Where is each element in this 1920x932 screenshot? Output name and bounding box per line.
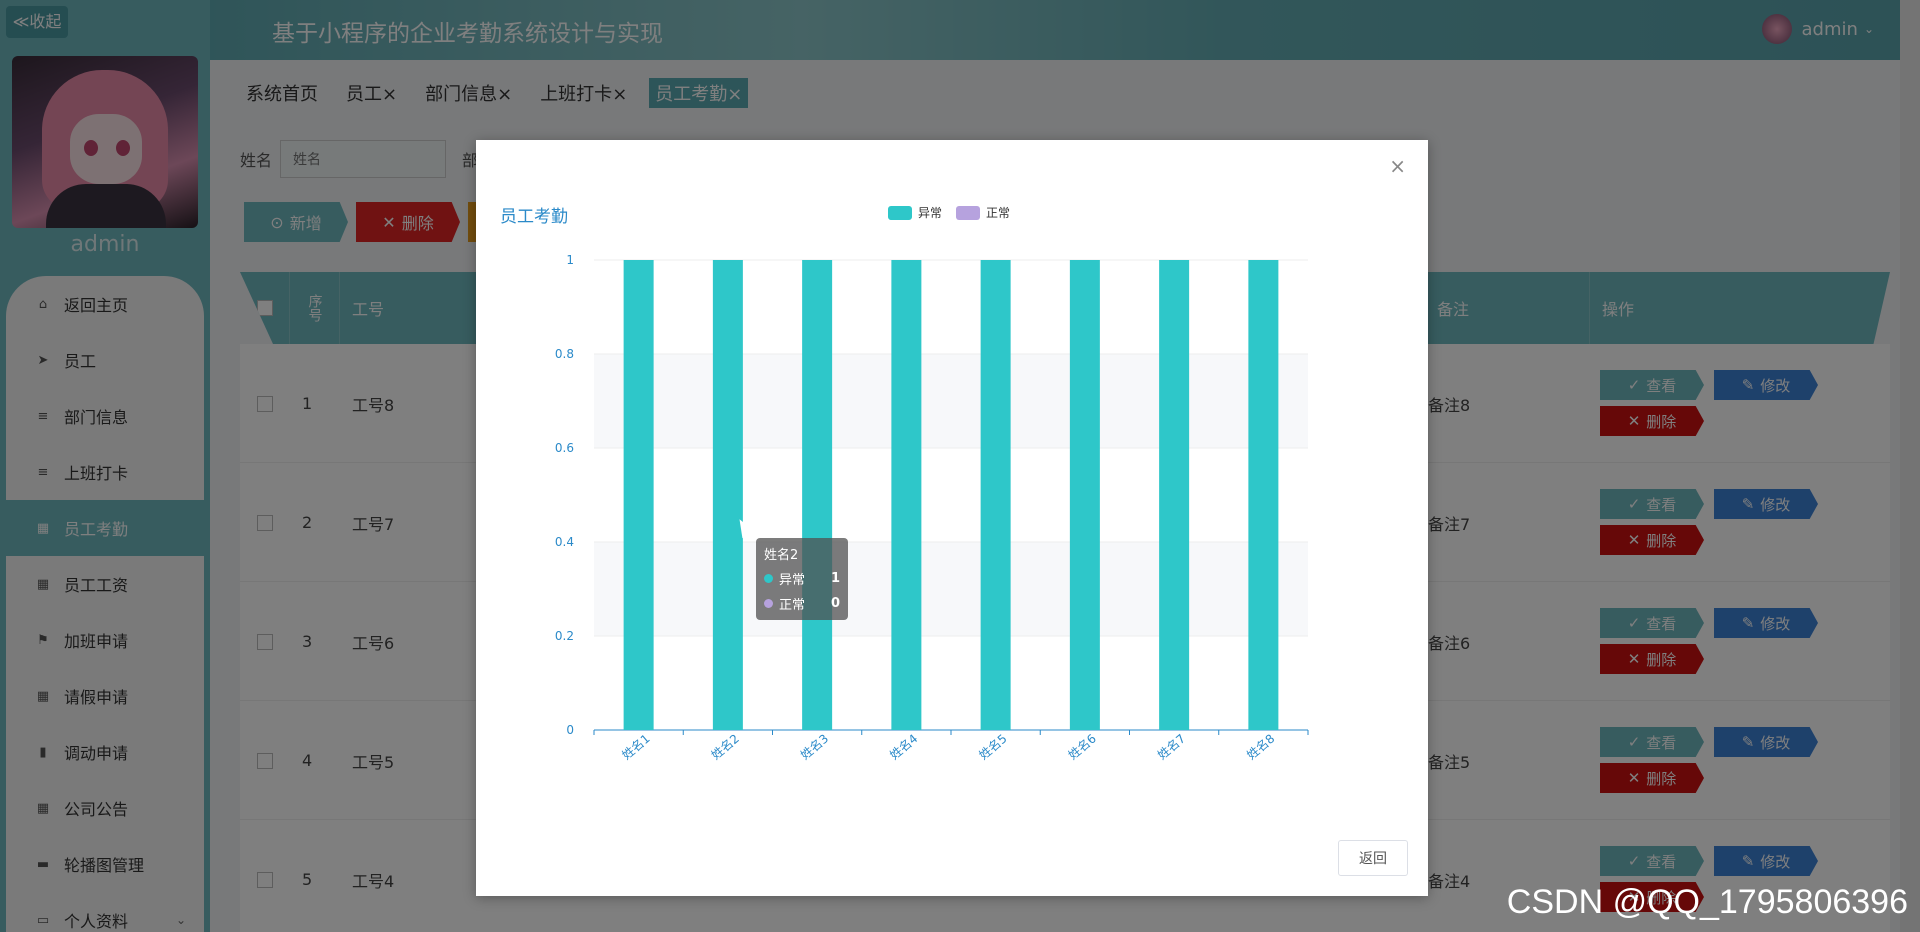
- x-tick-label: 姓名1: [619, 731, 653, 763]
- bar: [1069, 260, 1100, 730]
- y-tick-label: 0.8: [555, 347, 574, 361]
- tooltip-row: 正常 0: [764, 594, 840, 613]
- bar: [802, 260, 833, 730]
- grid-band: [594, 354, 1308, 448]
- watermark-text: CSDN @QQ_1795806396: [1506, 883, 1908, 921]
- y-tick-label: 0.6: [555, 441, 574, 455]
- x-tick-label: 姓名2: [708, 731, 742, 763]
- y-tick-label: 0.2: [555, 629, 574, 643]
- x-tick-label: 姓名8: [1244, 731, 1278, 763]
- chart-tooltip: 姓名2 异常 1 正常 0: [756, 538, 848, 620]
- y-tick-label: 0: [566, 723, 574, 737]
- x-tick-label: 姓名4: [887, 731, 921, 763]
- tooltip-title: 姓名2: [764, 548, 799, 563]
- series-dot-icon: [764, 574, 773, 583]
- x-tick-label: 姓名7: [1154, 731, 1188, 763]
- return-button[interactable]: 返回: [1338, 840, 1408, 876]
- y-tick-label: 1: [566, 253, 574, 267]
- bar: [980, 260, 1011, 730]
- attendance-bar-chart: 0 0.2 0.4 0.6 0.8 1 姓名1 姓名2 姓名3 姓名4 姓名5 姓名6 姓名7 姓名8: [555, 253, 1309, 763]
- grid-band: [594, 542, 1308, 636]
- bar: [891, 260, 922, 730]
- y-tick-label: 0.4: [555, 535, 574, 549]
- x-tick-label: 姓名6: [1065, 731, 1099, 763]
- bar: [623, 260, 654, 730]
- tooltip-row: 异常 1: [764, 569, 840, 588]
- bar: [1248, 260, 1279, 730]
- series-dot-icon: [764, 599, 773, 608]
- bar: [712, 260, 743, 730]
- x-tick-label: 姓名3: [797, 731, 831, 763]
- bar: [1159, 260, 1190, 730]
- x-tick-label: 姓名5: [976, 731, 1010, 763]
- chart-dialog: × 员工考勤 异常 正常 0 0.2 0.4 0.6 0.8 1 姓名1 姓名2 姓名3 姓名4 姓名…: [476, 140, 1428, 896]
